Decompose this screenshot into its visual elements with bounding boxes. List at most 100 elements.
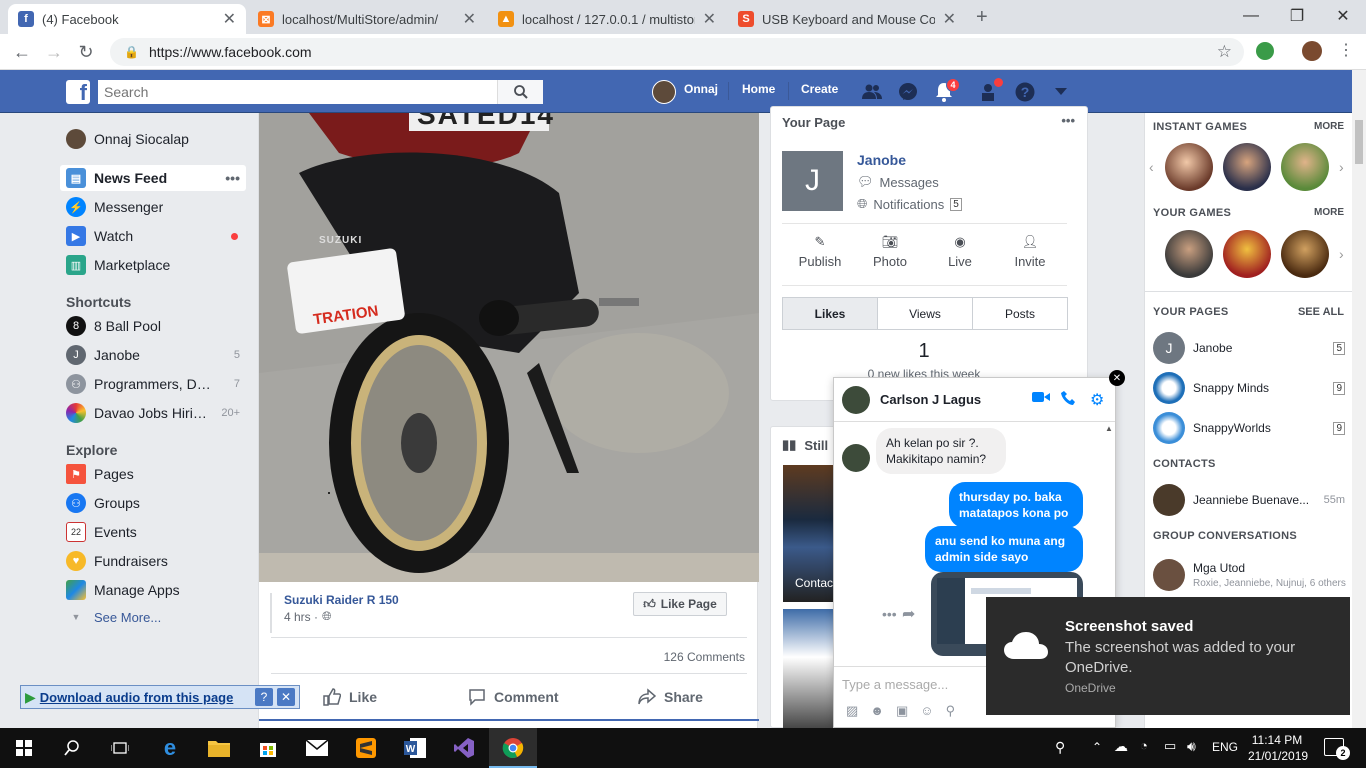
- new-tab-button[interactable]: +: [976, 6, 988, 29]
- clock[interactable]: 11:14 PM 21/01/2019: [1248, 732, 1308, 764]
- more-options-icon[interactable]: •••: [882, 606, 897, 622]
- page-avatar[interactable]: J: [782, 151, 843, 211]
- photo-button[interactable]: 📷︎ Photo: [855, 234, 925, 269]
- invite-button[interactable]: 👤︎ Invite: [995, 234, 1065, 269]
- page-notifications-link[interactable]: 🌐︎ Notifications 5: [857, 196, 962, 212]
- shared-page-name[interactable]: Suzuki Raider R 150: [284, 593, 399, 607]
- tab-posts[interactable]: Posts: [973, 298, 1067, 329]
- star-icon[interactable]: ☆: [1217, 42, 1232, 62]
- close-icon[interactable]: ✕: [703, 9, 716, 29]
- sticker-icon[interactable]: ☻: [870, 703, 884, 719]
- shortcut-davao-jobs[interactable]: Davao Jobs Hiring ... 20+: [60, 400, 246, 426]
- sidebar-item-news-feed[interactable]: ▤ News Feed •••: [60, 165, 246, 191]
- tab-facebook[interactable]: f (4) Facebook ✕: [8, 4, 246, 34]
- home-link[interactable]: Home: [742, 82, 775, 96]
- reload-icon[interactable]: ↻: [74, 40, 98, 64]
- video-call-icon[interactable]: [1032, 390, 1050, 408]
- menu-icon[interactable]: ⋮: [1338, 40, 1354, 60]
- game-thumbnail[interactable]: [1223, 143, 1271, 191]
- extension-icon[interactable]: [1256, 42, 1274, 60]
- emoji-icon[interactable]: ☺: [920, 703, 933, 719]
- profile-avatar[interactable]: [652, 80, 676, 104]
- game-thumbnail[interactable]: [1165, 230, 1213, 278]
- game-thumbnail[interactable]: [1223, 230, 1271, 278]
- account-menu-icon[interactable]: [1050, 81, 1072, 103]
- gear-icon[interactable]: ⚙: [1090, 390, 1104, 410]
- store-icon[interactable]: [244, 728, 292, 768]
- tab-multistore-admin[interactable]: ⊠ localhost/MultiStore/admin/ ✕: [248, 4, 486, 34]
- page-item-snappy-minds[interactable]: Snappy Minds 9: [1153, 371, 1345, 405]
- search-icon[interactable]: [497, 80, 543, 104]
- people-icon[interactable]: ⚲: [1055, 739, 1065, 756]
- profile-link[interactable]: Onnaj Siocalap: [60, 126, 246, 152]
- edge-icon[interactable]: e: [146, 728, 194, 768]
- close-icon[interactable]: ✕: [463, 9, 476, 29]
- tab-likes[interactable]: Likes: [783, 298, 878, 329]
- like-button[interactable]: Like: [323, 688, 377, 706]
- language-indicator[interactable]: ENG: [1212, 740, 1238, 754]
- maximize-button[interactable]: ❐: [1274, 2, 1320, 30]
- close-chat-icon[interactable]: ✕: [1109, 370, 1125, 386]
- explore-groups[interactable]: ⚇ Groups: [60, 490, 246, 516]
- explore-fundraisers[interactable]: ♥ Fundraisers: [60, 548, 246, 574]
- thumbnail-image[interactable]: Contac: [783, 465, 833, 602]
- phone-call-icon[interactable]: [1061, 390, 1077, 409]
- close-window-button[interactable]: ✕: [1320, 2, 1366, 30]
- page-item-snappyworlds[interactable]: SnappyWorlds 9: [1153, 411, 1345, 445]
- wifi-icon[interactable]: ◔: [1140, 738, 1148, 753]
- tab-shopee[interactable]: S USB Keyboard and Mouse Comb ✕: [728, 4, 966, 34]
- contact-item[interactable]: Jeanniebe Buenave... 55m: [1153, 483, 1345, 517]
- mail-icon[interactable]: [293, 728, 341, 768]
- chevron-left-icon[interactable]: ‹: [1149, 159, 1154, 175]
- shortcut-janobe[interactable]: J Janobe 5: [60, 342, 246, 368]
- search-input[interactable]: [98, 80, 497, 104]
- instant-games-more-link[interactable]: MORE: [1314, 121, 1344, 132]
- battery-icon[interactable]: ▭: [1164, 738, 1176, 754]
- post-photo[interactable]: SATED14 SUZUKI TRATION: [259, 113, 759, 582]
- thumbnail-image[interactable]: [783, 609, 833, 729]
- image-icon[interactable]: ▨: [846, 703, 858, 719]
- messenger-icon[interactable]: [897, 81, 919, 103]
- avatar[interactable]: [1302, 41, 1322, 61]
- windows-start-icon[interactable]: [0, 728, 48, 768]
- task-view-icon[interactable]: [96, 728, 144, 768]
- game-thumbnail[interactable]: [1281, 143, 1329, 191]
- notification-toast[interactable]: Screenshot saved The screenshot was adde…: [986, 597, 1350, 715]
- sidebar-item-messenger[interactable]: ⚡ Messenger: [60, 194, 246, 220]
- sublime-text-icon[interactable]: [342, 728, 390, 768]
- help-icon[interactable]: ?: [1014, 81, 1036, 103]
- your-games-more-link[interactable]: MORE: [1314, 207, 1344, 218]
- show-hidden-icons[interactable]: ⌃: [1092, 740, 1102, 754]
- explore-manage-apps[interactable]: Manage Apps: [60, 577, 246, 603]
- see-all-link[interactable]: SEE ALL: [1298, 306, 1344, 318]
- forward-icon[interactable]: →: [42, 40, 66, 64]
- create-link[interactable]: Create: [801, 82, 838, 96]
- see-more-link[interactable]: ▼ See More...: [60, 604, 246, 630]
- address-bar[interactable]: 🔒 https://www.facebook.com ☆: [110, 38, 1244, 66]
- publish-button[interactable]: ✎ Publish: [785, 234, 855, 269]
- scrollbar-thumb[interactable]: [1355, 120, 1363, 164]
- more-options-icon[interactable]: •••: [1061, 113, 1075, 128]
- page-name[interactable]: Janobe: [857, 152, 906, 168]
- close-icon[interactable]: ✕: [223, 9, 236, 29]
- profile-link[interactable]: Onnaj: [684, 82, 718, 96]
- word-icon[interactable]: W: [391, 728, 439, 768]
- download-audio-link[interactable]: Download audio from this page: [40, 690, 234, 705]
- game-thumbnail[interactable]: [1165, 143, 1213, 191]
- tab-phpmyadmin[interactable]: ▲ localhost / 127.0.0.1 / multistore ✕: [488, 4, 726, 34]
- minimize-button[interactable]: —: [1228, 2, 1274, 30]
- comment-button[interactable]: Comment: [468, 688, 559, 706]
- shortcut-programmers[interactable]: ⚇ Programmers, Dev... 7: [60, 371, 246, 397]
- page-scrollbar[interactable]: [1352, 70, 1366, 728]
- more-options-icon[interactable]: •••: [225, 170, 240, 186]
- share-button[interactable]: Share: [638, 688, 703, 706]
- explore-pages[interactable]: ⚑ Pages: [60, 461, 246, 487]
- scroll-up-icon[interactable]: ▲: [1105, 424, 1113, 433]
- forward-icon[interactable]: ➦: [902, 604, 915, 624]
- like-page-button[interactable]: 👍︎ Like Page: [633, 592, 727, 616]
- chevron-right-icon[interactable]: ›: [1339, 246, 1344, 262]
- explore-events[interactable]: 22 Events: [60, 519, 246, 545]
- sidebar-item-watch[interactable]: ▶ Watch: [60, 223, 246, 249]
- game-thumbnail[interactable]: [1281, 230, 1329, 278]
- page-item-janobe[interactable]: J Janobe 5: [1153, 331, 1345, 365]
